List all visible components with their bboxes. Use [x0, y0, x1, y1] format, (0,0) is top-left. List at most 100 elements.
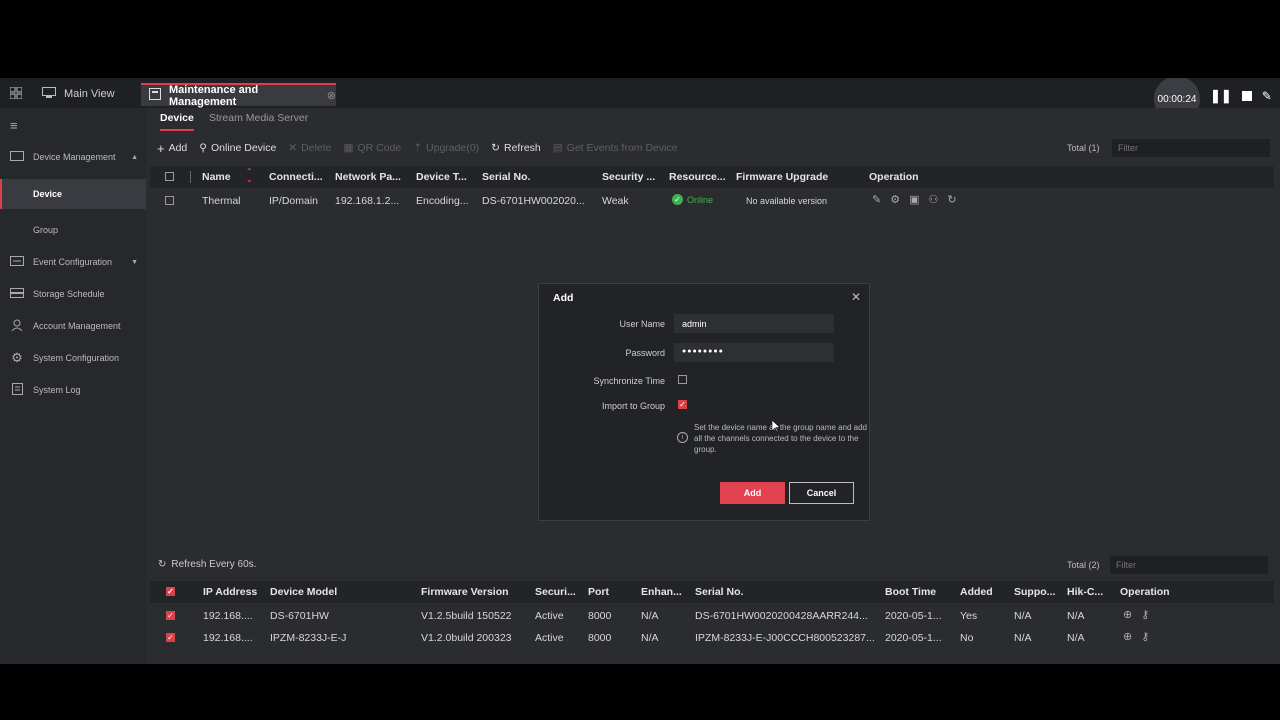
device-toolbar: + Add ⚲ Online Device ✕ Delete ▦ QR Code ⇡ Up…: [150, 134, 1274, 162]
key-icon[interactable]: ⚷: [1141, 630, 1149, 643]
row-checkbox[interactable]: [165, 196, 174, 205]
password-input[interactable]: ●●●●●●●●: [674, 343, 834, 362]
row-operations: ⊕ ⚷: [1123, 608, 1149, 621]
import-group-label: Import to Group: [601, 401, 665, 411]
firmware-version: V1.2.5build 150522: [421, 610, 512, 622]
device-connection: IP/Domain: [269, 195, 319, 207]
enhanced: N/A: [641, 610, 659, 622]
column-header-security[interactable]: Securi...: [535, 586, 579, 598]
column-header-enhanced[interactable]: Enhan...: [641, 586, 687, 598]
sidebar-item-device[interactable]: Device: [0, 179, 146, 209]
column-header-resource[interactable]: Resource...: [669, 171, 727, 183]
refresh-interval-label: Refresh Every 60s.: [171, 559, 257, 570]
sidebar: ≡ Device Management ▲ Device Group Event…: [0, 108, 146, 664]
select-all-checkbox[interactable]: [165, 172, 174, 181]
column-divider: [190, 171, 191, 183]
column-header-serial[interactable]: Serial No.: [482, 171, 530, 183]
sync-time-checkbox[interactable]: [678, 375, 687, 384]
sidebar-item-account-management[interactable]: Account Management: [0, 311, 146, 341]
tab-device[interactable]: Device: [160, 112, 194, 131]
sidebar-item-system-log[interactable]: System Log: [0, 375, 146, 405]
tab-main-view-label: Main View: [64, 88, 115, 100]
add-button[interactable]: + Add: [157, 141, 187, 156]
sidebar-item-label: Storage Schedule: [33, 289, 105, 299]
column-header-connection[interactable]: Connecti...: [269, 171, 327, 183]
globe-icon[interactable]: ⊕: [1123, 608, 1132, 621]
device-type: Encoding...: [416, 195, 469, 207]
tab-stream-media-server[interactable]: Stream Media Server: [209, 112, 308, 124]
get-events-button[interactable]: ▤ Get Events from Device: [553, 142, 678, 154]
column-header-serial[interactable]: Serial No.: [695, 586, 743, 598]
column-header-operation[interactable]: Operation: [1120, 586, 1170, 598]
sidebar-item-system-configuration[interactable]: ⚙ System Configuration: [0, 343, 146, 373]
account-icon: [9, 319, 25, 334]
key-icon[interactable]: ⚷: [1141, 608, 1149, 621]
import-group-checkbox[interactable]: ✓: [678, 400, 687, 409]
app-grid-icon[interactable]: [9, 86, 23, 100]
security-status: Active: [535, 610, 564, 622]
table-row[interactable]: ✓ 192.168.... DS-6701HW V1.2.5build 1505…: [150, 605, 1274, 627]
import-group-info: Set the device name as the group name an…: [694, 423, 868, 454]
firmware-status: No available version: [746, 196, 828, 206]
refresh-button[interactable]: ↻ Refresh: [491, 142, 541, 154]
column-header-port[interactable]: Port: [588, 586, 609, 598]
column-header-security[interactable]: Security ...: [602, 171, 660, 183]
refresh-icon: ↻: [158, 559, 167, 570]
device-security: Weak: [602, 195, 629, 207]
delete-button[interactable]: ✕ Delete: [288, 142, 331, 154]
pause-icon[interactable]: ❚❚: [1210, 88, 1232, 104]
dialog-cancel-button[interactable]: Cancel: [789, 482, 854, 504]
online-total: Total (2): [1067, 560, 1100, 570]
ip-address: 192.168....: [203, 610, 253, 622]
sort-icon[interactable]: ⌃ ⌄: [246, 168, 253, 184]
device-filter-input[interactable]: [1112, 139, 1270, 157]
column-header-ip[interactable]: IP Address: [203, 586, 257, 598]
column-header-boot[interactable]: Boot Time: [885, 586, 936, 598]
upgrade-button[interactable]: ⇡ Upgrade(0): [413, 142, 479, 154]
online-device-button[interactable]: ⚲ Online Device: [199, 142, 276, 154]
table-row[interactable]: Thermal IP/Domain 192.168.1.2... Encodin…: [150, 190, 1274, 212]
qr-code-icon: ▦: [343, 142, 354, 154]
qr-code-button[interactable]: ▦ QR Code: [344, 142, 402, 154]
sidebar-item-event-configuration[interactable]: Event Configuration ▼: [0, 247, 146, 277]
tab-main-view[interactable]: Main View: [42, 82, 115, 106]
close-icon: ✕: [288, 142, 298, 154]
column-header-added[interactable]: Added: [960, 586, 993, 598]
column-header-hik[interactable]: Hik-C...: [1067, 586, 1109, 598]
column-header-firmware[interactable]: Firmware Upgrade: [736, 171, 828, 183]
menu-icon[interactable]: ≡: [10, 118, 18, 133]
sidebar-item-storage-schedule[interactable]: Storage Schedule: [0, 279, 146, 309]
sidebar-item-device-management[interactable]: Device Management ▲: [0, 142, 146, 172]
support-status: N/A: [1014, 610, 1032, 622]
sync-icon[interactable]: ↻: [947, 193, 956, 206]
column-header-device-type[interactable]: Device T...: [416, 171, 474, 183]
column-header-network[interactable]: Network Pa...: [335, 171, 407, 183]
globe-icon[interactable]: ⊕: [1123, 630, 1132, 643]
online-filter-input[interactable]: [1110, 556, 1268, 574]
column-header-model[interactable]: Device Model: [270, 586, 337, 598]
device-total: Total (1): [1067, 143, 1100, 153]
column-header-name[interactable]: Name: [202, 171, 231, 183]
dialog-title: Add: [553, 292, 574, 304]
close-icon[interactable]: ✕: [851, 290, 861, 304]
close-tab-icon[interactable]: ⊗: [327, 89, 336, 102]
row-checkbox[interactable]: ✓: [166, 633, 175, 642]
column-header-support[interactable]: Suppo...: [1014, 586, 1060, 598]
settings-icon[interactable]: ⚙: [890, 193, 900, 206]
remote-config-icon[interactable]: ▣: [909, 193, 919, 206]
sidebar-item-label: Event Configuration: [33, 257, 113, 267]
user-icon[interactable]: ⚇: [929, 193, 939, 206]
stop-icon[interactable]: [1241, 91, 1252, 101]
table-row[interactable]: ✓ 192.168.... IPZM-8233J-E-J V1.2.0build…: [150, 627, 1274, 649]
select-all-checkbox[interactable]: ✓: [166, 587, 175, 596]
tab-maintenance[interactable]: Maintenance and Management ⊗: [141, 83, 336, 108]
edit-icon[interactable]: ✎: [872, 193, 881, 206]
delete-label: Delete: [301, 142, 332, 154]
pencil-icon[interactable]: ✎: [1262, 89, 1272, 103]
column-header-operation[interactable]: Operation: [869, 171, 919, 183]
row-checkbox[interactable]: ✓: [166, 611, 175, 620]
user-name-input[interactable]: [674, 314, 834, 333]
online-device-label: Online Device: [210, 142, 277, 154]
column-header-firmware[interactable]: Firmware Version: [421, 586, 509, 598]
dialog-add-button[interactable]: Add: [720, 482, 785, 504]
